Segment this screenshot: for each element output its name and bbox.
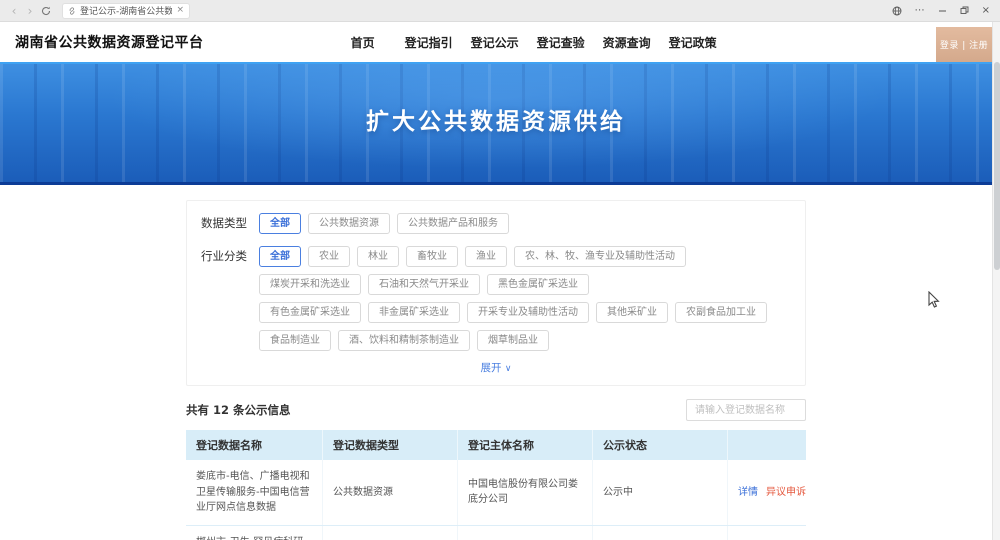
results-bar: 共有 12 条公示信息 [186, 399, 806, 421]
industry-option[interactable]: 农、林、牧、渔专业及辅助性活动 [514, 246, 686, 267]
site-logo: 湖南省公共数据资源登记平台 [15, 32, 204, 52]
data-type-option-resource[interactable]: 公共数据资源 [308, 213, 390, 234]
col-header-actions [728, 430, 806, 460]
globe-icon[interactable] [892, 6, 902, 16]
industry-option[interactable]: 渔业 [465, 246, 507, 267]
industry-option[interactable]: 烟草制品业 [477, 330, 549, 351]
data-type-filter-row: 数据类型 全部 公共数据资源 公共数据产品和服务 [201, 213, 791, 234]
expand-filters-link[interactable]: 展开 ∨ [201, 360, 791, 375]
restore-icon[interactable] [960, 6, 969, 15]
industry-option[interactable]: 林业 [357, 246, 399, 267]
cell-data-name: 娄底市-电信、广播电视和卫星传输服务-中国电信营业厅网点信息数据 [186, 460, 323, 525]
industry-label: 行业分类 [201, 246, 259, 267]
cell-data-type: 公共数据资源 [323, 460, 458, 525]
filter-panel: 数据类型 全部 公共数据资源 公共数据产品和服务 行业分类 全部 农业 林业 畜… [186, 200, 806, 386]
publicity-table: 登记数据名称 登记数据类型 登记主体名称 公示状态 娄底市-电信、广播电视和卫星… [186, 430, 806, 540]
cell-status: 公示中 [593, 526, 728, 540]
main-nav: 首页 登记指引 登记公示 登记查验 资源查询 登记政策 [330, 34, 726, 51]
cell-data-name: 郴州市-卫生-罕见病科研专病库数据 [186, 526, 323, 540]
industry-option[interactable]: 农业 [308, 246, 350, 267]
col-header-entity: 登记主体名称 [458, 430, 593, 460]
industry-option[interactable]: 黑色金属矿采选业 [487, 274, 589, 295]
tab-close-icon[interactable]: × [176, 6, 184, 15]
table-header-row: 登记数据名称 登记数据类型 登记主体名称 公示状态 [186, 430, 806, 460]
close-icon[interactable]: × [982, 6, 990, 16]
industry-option[interactable]: 农副食品加工业 [675, 302, 767, 323]
browser-refresh-icon[interactable] [38, 6, 54, 16]
industry-option[interactable]: 煤炭开采和洗选业 [259, 274, 361, 295]
link-icon [68, 7, 76, 15]
browser-back-icon[interactable]: ‹ [6, 0, 22, 22]
tab-title: 登记公示-湖南省公共数 [80, 4, 172, 17]
cell-entity: 中国电信股份有限公司娄底分公司 [458, 460, 593, 525]
nav-item-policy[interactable]: 登记政策 [660, 34, 726, 51]
more-menu-icon[interactable]: ⋯ [915, 6, 925, 16]
site-header: 湖南省公共数据资源登记平台 首页 登记指引 登记公示 登记查验 资源查询 登记政… [0, 22, 992, 62]
nav-item-verify[interactable]: 登记查验 [528, 34, 594, 51]
browser-titlebar: ‹ › 登记公示-湖南省公共数 × ⋯ × [0, 0, 1000, 22]
nav-item-guide[interactable]: 登记指引 [396, 34, 462, 51]
hero-banner: 扩大公共数据资源供给 [0, 62, 992, 185]
nav-item-resources[interactable]: 资源查询 [594, 34, 660, 51]
col-header-type: 登记数据类型 [323, 430, 458, 460]
appeal-link[interactable]: 异议申诉 [766, 485, 806, 501]
industry-option[interactable]: 全部 [259, 246, 301, 267]
login-register-button[interactable]: 登录 | 注册 [936, 27, 992, 62]
industry-option[interactable]: 畜牧业 [406, 246, 458, 267]
nav-item-publicity[interactable]: 登记公示 [462, 34, 528, 51]
industry-option[interactable]: 其他采矿业 [596, 302, 668, 323]
industry-filter-row: 行业分类 全部 农业 林业 畜牧业 渔业 农、林、牧、渔专业及辅助性活动 煤炭开… [201, 246, 791, 351]
browser-forward-icon[interactable]: › [22, 0, 38, 22]
data-type-label: 数据类型 [201, 213, 259, 234]
hero-title: 扩大公共数据资源供给 [366, 102, 626, 136]
col-header-name: 登记数据名称 [186, 430, 323, 460]
chevron-down-icon: ∨ [505, 364, 512, 374]
vertical-scrollbar[interactable] [992, 22, 1000, 540]
cell-entity: 郴州市第一人民医院 [458, 526, 593, 540]
industry-option[interactable]: 石油和天然气开采业 [368, 274, 480, 295]
table-row: 娄底市-电信、广播电视和卫星传输服务-中国电信营业厅网点信息数据 公共数据资源 … [186, 460, 806, 526]
industry-option[interactable]: 食品制造业 [259, 330, 331, 351]
col-header-status: 公示状态 [593, 430, 728, 460]
industry-option[interactable]: 酒、饮料和精制茶制造业 [338, 330, 470, 351]
browser-tab[interactable]: 登记公示-湖南省公共数 × [62, 3, 190, 19]
cell-data-type: 公共数据资源 [323, 526, 458, 540]
industry-option[interactable]: 非金属矿采选业 [368, 302, 460, 323]
industry-option[interactable]: 有色金属矿采选业 [259, 302, 361, 323]
table-row: 郴州市-卫生-罕见病科研专病库数据 公共数据资源 郴州市第一人民医院 公示中 详… [186, 526, 806, 540]
nav-item-home[interactable]: 首页 [330, 34, 396, 51]
detail-link[interactable]: 详情 [738, 485, 758, 501]
data-type-option-all[interactable]: 全部 [259, 213, 301, 234]
minimize-icon[interactable] [938, 6, 947, 15]
data-type-option-product[interactable]: 公共数据产品和服务 [397, 213, 509, 234]
cell-status: 公示中 [593, 460, 728, 525]
scrollbar-thumb[interactable] [994, 62, 1000, 270]
results-count: 共有 12 条公示信息 [186, 402, 291, 418]
search-input[interactable] [686, 399, 806, 421]
industry-option[interactable]: 开采专业及辅助性活动 [467, 302, 589, 323]
